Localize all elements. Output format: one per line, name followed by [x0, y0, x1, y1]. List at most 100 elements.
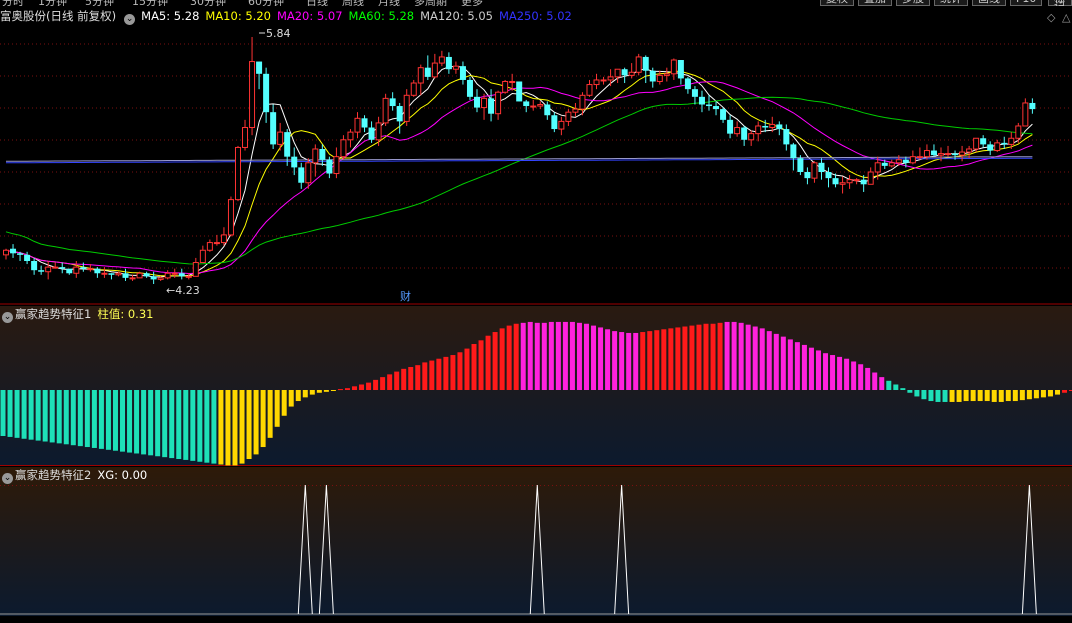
candle-body: [565, 111, 572, 122]
candle-body: [895, 159, 902, 164]
candle-body: [1015, 125, 1022, 139]
histogram-bar: [316, 390, 322, 393]
candle-body: [748, 133, 755, 141]
candle-body: [853, 179, 860, 182]
candle-body: [38, 270, 45, 272]
stock-title[interactable]: 富奥股份(日线 前复权): [0, 9, 116, 23]
histogram-bar: [450, 355, 456, 390]
candle-body: [66, 268, 73, 274]
panel2-toggle-icon[interactable]: ⌄: [2, 473, 13, 484]
candle-body: [298, 167, 305, 183]
candle-body: [431, 62, 438, 78]
histogram-bar: [464, 348, 470, 390]
panel2-background: [0, 467, 1072, 623]
histogram-bar: [893, 384, 899, 390]
histogram-bar: [288, 390, 294, 407]
candle-body: [178, 273, 185, 277]
histogram-bar: [478, 340, 484, 390]
candle-body: [199, 249, 206, 264]
candle-body: [572, 108, 579, 113]
histogram-bar: [408, 367, 414, 390]
candle-body: [551, 115, 558, 130]
candle-body: [698, 96, 705, 105]
candle-body: [959, 151, 966, 156]
candle-body: [635, 56, 642, 73]
histogram-bar: [394, 371, 400, 390]
candle-body: [987, 144, 994, 151]
histogram-bar: [183, 390, 189, 460]
candle-body: [881, 162, 888, 166]
histogram-bar: [858, 364, 864, 390]
diamond-icon[interactable]: ◇: [1047, 11, 1055, 24]
histogram-bar: [253, 390, 259, 455]
histogram-bar: [267, 390, 273, 438]
histogram-bar: [176, 390, 182, 459]
triangle-up-icon[interactable]: △: [1062, 11, 1070, 24]
panel2-legend: ⌄ 赢家趋势特征2 XG: 0.00: [0, 467, 153, 484]
candle-body: [417, 67, 424, 84]
histogram-bar: [21, 390, 27, 439]
ma-label: MA250: 5.02: [498, 9, 572, 23]
ma-label: MA5: 5.28: [141, 9, 200, 23]
panel1-toggle-icon[interactable]: ⌄: [2, 312, 13, 323]
candle-body: [670, 59, 677, 75]
histogram-bar: [323, 390, 329, 392]
candle-body: [677, 60, 684, 79]
candle-body: [980, 138, 987, 145]
histogram-bar: [359, 384, 365, 390]
histogram-bar: [499, 328, 505, 390]
candle-body: [530, 105, 537, 108]
candle-body: [87, 268, 94, 271]
histogram-bar: [49, 390, 55, 443]
candle-body: [952, 153, 959, 156]
histogram-bar: [731, 321, 737, 390]
histogram-bar: [141, 390, 147, 455]
candle-body: [375, 122, 382, 141]
candle-body: [502, 80, 509, 93]
histogram-bar: [0, 390, 6, 436]
histogram-bar: [823, 353, 829, 390]
finance-marker[interactable]: 财: [400, 289, 411, 303]
candle-body: [474, 96, 481, 108]
candle-body: [994, 142, 1001, 152]
histogram-bar: [366, 382, 372, 390]
histogram-bar: [914, 390, 920, 397]
panel1-value: 柱值: 0.31: [97, 307, 154, 321]
histogram-bar: [970, 390, 976, 402]
candle-body: [45, 266, 52, 273]
candle-body: [586, 84, 593, 96]
candle-body: [80, 267, 87, 269]
histogram-bar: [14, 390, 20, 438]
candle-body: [122, 273, 129, 278]
candle-body: [860, 179, 867, 185]
candle-body: [424, 67, 431, 77]
candle-body: [143, 273, 150, 277]
histogram-bar: [443, 356, 449, 390]
candle-body: [558, 120, 565, 130]
candle-body: [242, 127, 249, 148]
candle-body: [277, 131, 284, 145]
candle-body: [818, 162, 825, 173]
candle-body: [157, 277, 164, 280]
histogram-bar: [780, 336, 786, 390]
histogram-bar: [759, 328, 765, 390]
candle-body: [129, 277, 136, 280]
kline-chart[interactable]: 5.84 ←4.23 财: [0, 6, 1072, 305]
candle-body: [213, 242, 220, 245]
trend-indicator-2-chart[interactable]: [0, 467, 1072, 623]
candle-body: [495, 91, 502, 115]
histogram-bar: [281, 390, 287, 416]
candle-body: [319, 148, 326, 160]
histogram-bar: [7, 390, 13, 437]
histogram-bar: [148, 390, 154, 456]
candle-body: [305, 162, 312, 184]
histogram-bar: [422, 362, 428, 390]
legend-toggle-icon[interactable]: ⌄: [124, 14, 136, 25]
candle-body: [59, 267, 66, 269]
histogram-bar: [963, 390, 969, 402]
histogram-bar: [569, 321, 575, 390]
candle-body: [227, 199, 234, 236]
histogram-bar: [640, 332, 646, 390]
trend-indicator-1-chart[interactable]: [0, 306, 1072, 466]
candle-body: [966, 148, 973, 153]
